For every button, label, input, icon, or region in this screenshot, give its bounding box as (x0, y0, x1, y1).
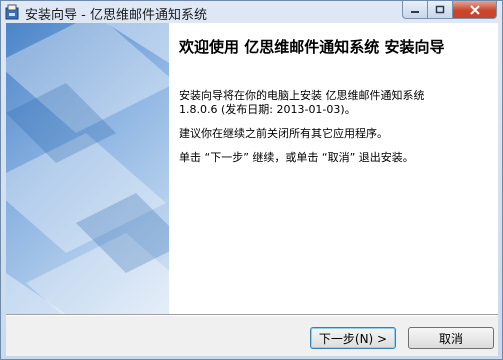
wizard-body: 欢迎使用 亿思维邮件通知系统 安装向导 安装向导将在你的电脑上安装 亿思维邮件通… (6, 23, 498, 356)
minimize-button[interactable] (402, 1, 428, 19)
close-button[interactable] (453, 1, 497, 19)
cancel-button[interactable]: 取消 (408, 327, 494, 349)
installer-icon (5, 4, 20, 20)
footer-separator (6, 314, 498, 316)
maximize-icon (435, 5, 445, 13)
welcome-heading: 欢迎使用 亿思维邮件通知系统 安装向导 (179, 38, 445, 56)
installer-window: 安装向导 - 亿思维邮件通知系统 欢迎使用 亿思维邮件通知系统 安装向导 安装向… (0, 0, 503, 360)
welcome-panel: 欢迎使用 亿思维邮件通知系统 安装向导 安装向导将在你的电脑上安装 亿思维邮件通… (169, 23, 498, 314)
window-title: 安装向导 - 亿思维邮件通知系统 (25, 8, 207, 23)
install-description: 安装向导将在你的电脑上安装 亿思维邮件通知系统 (179, 89, 425, 102)
continue-instructions: 单击 “下一步” 继续，或单击 “取消” 退出安装。 (179, 151, 414, 164)
title-bar[interactable]: 安装向导 - 亿思维邮件通知系统 (1, 1, 502, 23)
version-info: 1.8.0.6 (发布日期: 2013-01-03)。 (179, 103, 356, 116)
close-icon (469, 4, 480, 15)
minimize-icon (411, 10, 419, 13)
wizard-banner-image (6, 23, 169, 314)
caption-buttons (402, 1, 497, 20)
maximize-button[interactable] (428, 1, 453, 19)
next-button[interactable]: 下一步(N) > (310, 327, 396, 349)
close-apps-advice: 建议你在继续之前关闭所有其它应用程序。 (179, 127, 388, 140)
